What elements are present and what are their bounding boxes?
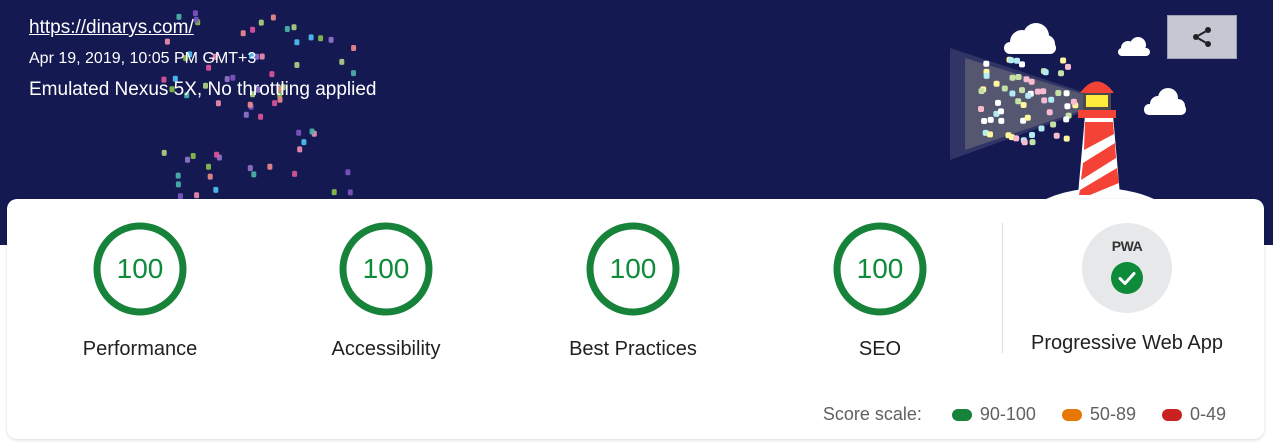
- report-timestamp: Apr 19, 2019, 10:05 PM GMT+3: [29, 50, 257, 67]
- scores-card: 100 Performance 100 Accessibility 100 Be…: [7, 199, 1264, 439]
- share-button[interactable]: [1167, 15, 1237, 59]
- gauge-seo[interactable]: 100 SEO: [760, 221, 1000, 361]
- gauge-best-practices[interactable]: 100 Best Practices: [513, 221, 753, 361]
- header-info: https://dinarys.com/ Apr 19, 2019, 10:05…: [29, 16, 376, 102]
- score-scale-title: Score scale:: [822, 404, 922, 424]
- score-value: 100: [362, 253, 410, 284]
- gauge-performance[interactable]: 100 Performance: [20, 221, 260, 361]
- range-label: 90-100: [979, 404, 1036, 424]
- section-divider: [1002, 223, 1003, 353]
- range-label: 0-49: [1189, 404, 1226, 424]
- share-icon: [1193, 27, 1211, 47]
- pwa-logo-text: PWA: [1111, 238, 1143, 254]
- category-label: Best Practices: [569, 338, 697, 360]
- scale-range-fail: 0-49: [1161, 404, 1226, 425]
- scale-range-pass: 90-100: [951, 404, 1036, 425]
- score-scale: Score scale: 90-100 50-89 0-49: [823, 404, 1226, 425]
- category-label: Performance: [82, 338, 198, 360]
- category-label: SEO: [858, 338, 902, 360]
- category-label: Accessibility: [331, 338, 441, 360]
- pwa-badge: PWA: [1082, 223, 1172, 313]
- swatch-orange: [1061, 408, 1082, 421]
- category-label: Progressive Web App: [1031, 332, 1223, 354]
- score-value: 100: [116, 253, 164, 284]
- score-value: 100: [609, 253, 657, 284]
- report-url-link[interactable]: https://dinarys.com/: [29, 16, 376, 40]
- gauge-accessibility[interactable]: 100 Accessibility: [266, 221, 506, 361]
- check-icon: [1111, 262, 1143, 294]
- swatch-red: [1161, 408, 1182, 421]
- gauge-pwa[interactable]: PWA Progressive Web App: [1007, 223, 1247, 355]
- swatch-green: [951, 408, 972, 421]
- range-label: 50-89: [1089, 404, 1136, 424]
- emulation-info: Emulated Nexus 5X, No throttling applied: [29, 79, 377, 100]
- score-value: 100: [856, 253, 904, 284]
- scale-range-average: 50-89: [1061, 404, 1136, 425]
